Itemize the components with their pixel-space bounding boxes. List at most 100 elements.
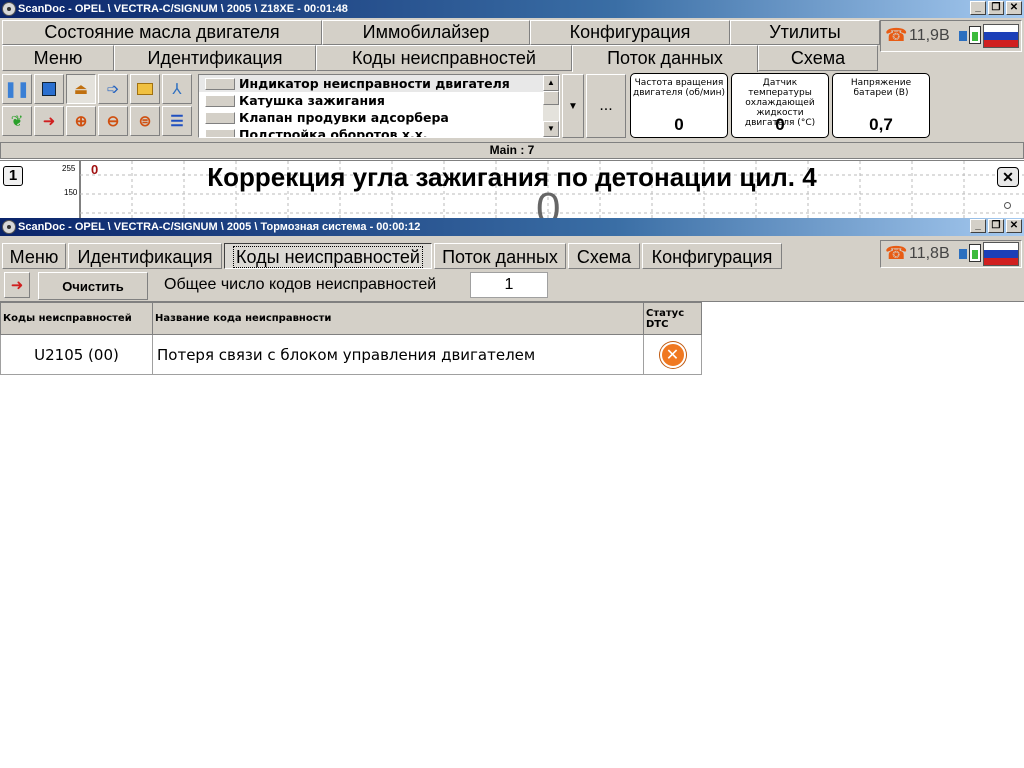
tab-scheme[interactable]: Схема	[568, 243, 640, 269]
close-button[interactable]: ✕	[1006, 1, 1022, 15]
zoom-out-button[interactable]: ⊖	[98, 106, 128, 136]
record-button[interactable]: ⏏	[66, 74, 96, 104]
tab-fault-codes[interactable]: Коды неисправностей	[224, 243, 432, 269]
tab-engine-oil[interactable]: Состояние масла двигателя	[2, 20, 322, 45]
pause-icon: ❚❚	[4, 81, 30, 98]
graph-area: 1 255 150 0 Коррекция угла зажигания по …	[0, 160, 1024, 218]
maximize-button[interactable]: ❐	[988, 219, 1004, 233]
tab-configuration[interactable]: Конфигурация	[642, 243, 782, 269]
cell-status: ✕	[643, 334, 702, 375]
exit-icon: ➜	[10, 277, 24, 294]
error-status-icon: ✕	[659, 341, 686, 368]
graph-big-value: 0	[536, 184, 561, 219]
app-icon	[2, 220, 16, 234]
minimize-button[interactable]: _	[970, 1, 986, 15]
tab-identification[interactable]: Идентификация	[68, 243, 222, 269]
gauge-value: 0,7	[869, 115, 893, 134]
maximize-button[interactable]: ❐	[988, 1, 1004, 15]
window1-title: ScanDoc - OPEL \ VECTRA-C/SIGNUM \ 2005 …	[18, 3, 348, 15]
tab-scheme[interactable]: Схема	[758, 45, 878, 71]
column-header-code[interactable]: Коды неисправностей	[0, 302, 153, 335]
tab-data-stream[interactable]: Поток данных	[572, 45, 758, 72]
tab-data-stream[interactable]: Поток данных	[434, 243, 566, 269]
tab-configuration[interactable]: Конфигурация	[530, 20, 730, 45]
exit-button[interactable]: ➜	[34, 106, 64, 136]
voltage-readout: 11,9В	[909, 27, 950, 44]
more-button[interactable]: ...	[586, 74, 626, 138]
battery-icon	[969, 244, 981, 262]
phone-icon: ☎	[885, 243, 908, 263]
gauge-battery-voltage: Напряжение батареи (В) 0,7	[832, 73, 930, 138]
parameter-list[interactable]: Индикатор неисправности двигателя Катушк…	[198, 74, 560, 138]
tab-immobilizer[interactable]: Иммобилайзер	[322, 20, 530, 45]
battery-icon	[969, 26, 981, 44]
gauge-rpm: Частота вращения двигателя (об/мин) 0	[630, 73, 728, 138]
list-item[interactable]: Подстройка оборотов х.х.	[199, 126, 559, 137]
plug-icon	[959, 31, 967, 41]
zoom-fit-icon: ⊜	[138, 113, 152, 130]
save-button[interactable]	[34, 74, 64, 104]
clear-button[interactable]: Очистить	[38, 272, 148, 300]
russian-flag-icon[interactable]	[983, 242, 1019, 266]
total-codes-value: 1	[470, 272, 548, 298]
column-header-status[interactable]: Статус DTC	[643, 302, 702, 335]
window1-titlebar: ScanDoc - OPEL \ VECTRA-C/SIGNUM \ 2005 …	[0, 0, 1024, 18]
window2-title: ScanDoc - OPEL \ VECTRA-C/SIGNUM \ 2005 …	[18, 221, 421, 233]
fault-codes-table: Коды неисправностей Название кода неиспр…	[0, 302, 702, 375]
checkbox[interactable]	[205, 77, 235, 90]
tab-fault-codes[interactable]: Коды неисправностей	[316, 45, 572, 71]
total-codes-label: Общее число кодов неисправностей	[164, 276, 437, 293]
graph-close-icon[interactable]: ✕	[997, 167, 1019, 187]
status-panel: ☎ 11,8В	[880, 240, 1022, 268]
tab-menu[interactable]: Меню	[2, 45, 114, 71]
gauge-value: 0	[775, 115, 785, 134]
scroll-up-icon[interactable]: ▲	[543, 75, 559, 91]
gauge-value: 0	[674, 115, 684, 134]
cell-code: U2105 (00)	[0, 334, 153, 375]
list-item[interactable]: Клапан продувки адсорбера	[199, 109, 559, 126]
axes-icon: ⅄	[172, 81, 182, 98]
close-button[interactable]: ✕	[1006, 219, 1022, 233]
gauge-label: Напряжение батареи (В)	[850, 78, 912, 98]
list-item[interactable]: Индикатор неисправности двигателя	[199, 75, 559, 92]
zoom-fit-button[interactable]: ⊜	[130, 106, 160, 136]
export-button[interactable]: ➩	[98, 74, 128, 104]
table-row[interactable]: U2105 (00) Потеря связи с блоком управле…	[0, 334, 702, 375]
record-icon: ⏏	[73, 81, 89, 98]
window2-titlebar: ScanDoc - OPEL \ VECTRA-C/SIGNUM \ 2005 …	[0, 218, 1024, 236]
checkbox[interactable]	[205, 94, 235, 107]
zoom-in-icon: ⊕	[74, 113, 88, 130]
dropdown-button[interactable]: ▼	[562, 74, 584, 138]
voltage-readout: 11,8В	[909, 245, 950, 262]
radio-indicator[interactable]	[1004, 202, 1011, 209]
scroll-thumb[interactable]	[543, 91, 559, 105]
leaf-icon: ❦	[10, 113, 24, 130]
checkbox[interactable]	[205, 111, 235, 124]
tab-utilities[interactable]: Утилиты	[730, 20, 880, 45]
leaf-button[interactable]: ❦	[2, 106, 32, 136]
tab-identification[interactable]: Идентификация	[114, 45, 316, 71]
fault-codes-toolbar: ➜ Очистить Общее число кодов неисправнос…	[0, 270, 1024, 302]
floppy-icon	[42, 82, 56, 96]
minimize-button[interactable]: _	[970, 219, 986, 233]
scroll-down-icon[interactable]: ▼	[543, 121, 559, 137]
open-folder-button[interactable]	[130, 74, 160, 104]
pause-button[interactable]: ❚❚	[2, 74, 32, 104]
list-item[interactable]: Катушка зажигания	[199, 92, 559, 109]
graph-title: Коррекция угла зажигания по детонации ци…	[207, 162, 817, 192]
phone-icon: ☎	[885, 25, 908, 45]
exit-button[interactable]: ➜	[4, 272, 30, 298]
list-view-button[interactable]: ☰	[162, 106, 192, 136]
export-icon: ➩	[106, 81, 120, 98]
cell-name: Потеря связи с блоком управления двигате…	[152, 334, 644, 375]
gauge-coolant-temp: Датчик температуры охлаждающей жидкости …	[731, 73, 829, 138]
list-scrollbar[interactable]: ▲ ▼	[543, 75, 559, 137]
zoom-in-button[interactable]: ⊕	[66, 106, 96, 136]
column-header-name[interactable]: Название кода неисправности	[152, 302, 644, 335]
status-panel: ☎ 11,9В	[880, 20, 1022, 52]
tab-menu[interactable]: Меню	[2, 243, 66, 269]
checkbox[interactable]	[205, 128, 235, 137]
chevron-down-icon: ▼	[568, 100, 578, 112]
axes-button[interactable]: ⅄	[162, 74, 192, 104]
russian-flag-icon[interactable]	[983, 24, 1019, 48]
